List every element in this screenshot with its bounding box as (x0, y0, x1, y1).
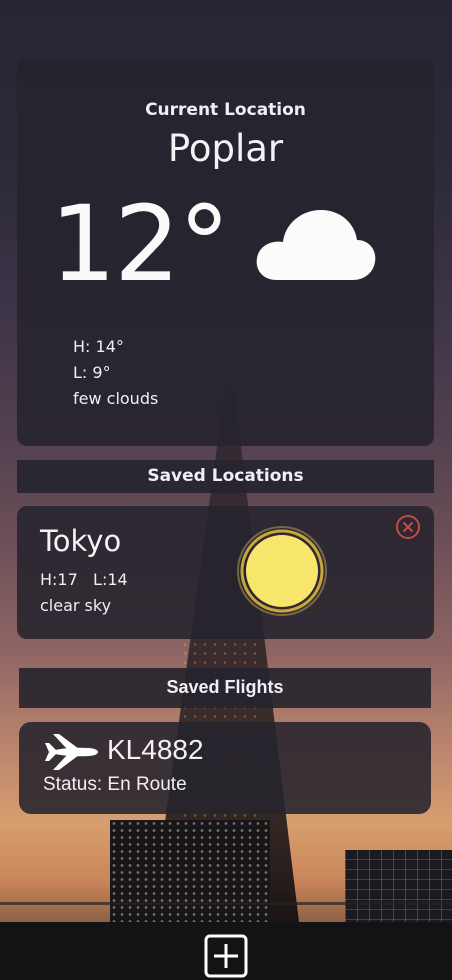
saved-location-description: clear sky (40, 596, 112, 615)
saved-locations-header: Saved Locations (17, 460, 434, 493)
current-location-heading: Current Location (145, 100, 306, 120)
sun-icon (237, 526, 327, 616)
current-temperature: 12° (50, 183, 230, 305)
current-high: H: 14° (73, 337, 124, 356)
current-city-name: Poplar (167, 127, 284, 170)
saved-flight-card[interactable]: KL4882 Status: En Route (19, 722, 431, 814)
railing (0, 902, 452, 905)
flight-number: KL4882 (107, 734, 204, 765)
current-location-card[interactable]: Current Location Poplar 12° H: 14° L: 9°… (17, 59, 434, 446)
building-right (345, 850, 452, 930)
saved-location-city: Tokyo (40, 524, 122, 558)
current-description: few clouds (73, 389, 159, 408)
current-low: L: 9° (73, 363, 111, 382)
current-details: H: 14° L: 9° few clouds (73, 334, 158, 412)
airplane-icon (45, 734, 98, 770)
add-square-icon[interactable] (204, 934, 248, 978)
building-left (110, 820, 270, 930)
flight-status: Status: En Route (43, 774, 187, 795)
close-circle-icon[interactable] (395, 514, 421, 540)
cloud-icon (256, 210, 376, 280)
bottom-bar (0, 922, 452, 980)
saved-location-hilo: H:17 L:14 (40, 570, 128, 589)
saved-location-card[interactable]: Tokyo H:17 L:14 clear sky (17, 506, 434, 639)
saved-flights-header: Saved Flights (19, 668, 431, 708)
